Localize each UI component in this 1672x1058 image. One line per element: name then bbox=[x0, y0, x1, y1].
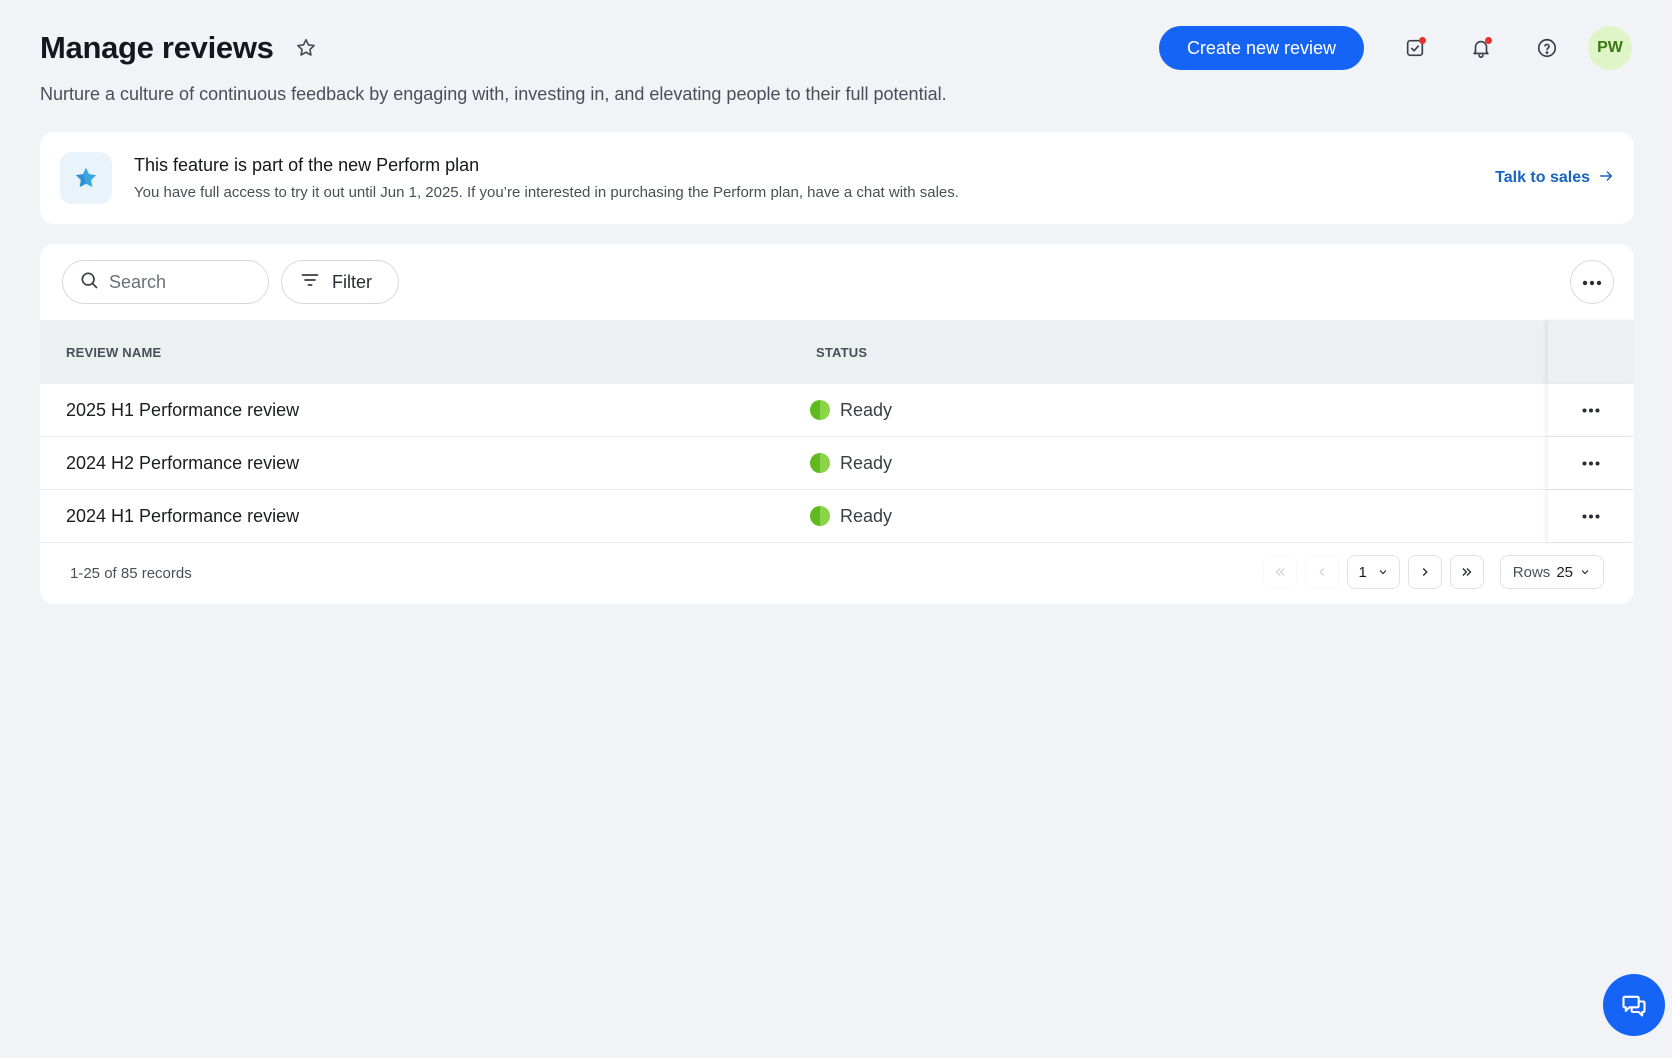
status-cell: Ready bbox=[810, 506, 892, 527]
chat-support-button[interactable] bbox=[1603, 974, 1665, 1036]
create-new-review-button[interactable]: Create new review bbox=[1158, 26, 1364, 70]
talk-to-sales-label: Talk to sales bbox=[1495, 169, 1590, 186]
pagination: 1 Rows 25 bbox=[1263, 555, 1604, 589]
banner-title: This feature is part of the new Perform … bbox=[134, 155, 480, 175]
star-badge-icon bbox=[60, 152, 112, 204]
review-name[interactable]: 2025 H1 Performance review bbox=[66, 400, 299, 421]
perform-plan-banner: This feature is part of the new Perform … bbox=[40, 132, 1634, 224]
filter-label: Filter bbox=[332, 271, 372, 292]
status-label: Ready bbox=[840, 452, 893, 473]
page-select[interactable]: 1 bbox=[1347, 555, 1400, 589]
more-horizontal-icon bbox=[1582, 273, 1602, 291]
notification-badge-dot bbox=[1485, 37, 1492, 44]
chevron-left-icon bbox=[1319, 568, 1325, 576]
current-page: 1 bbox=[1358, 563, 1367, 581]
table-row[interactable]: 2024 H1 Performance review Ready bbox=[40, 490, 1634, 543]
records-count: 1-25 of 85 records bbox=[70, 564, 192, 582]
table-more-options-button[interactable] bbox=[1570, 260, 1614, 304]
column-header-status[interactable]: STATUS bbox=[816, 345, 867, 360]
first-page-button[interactable] bbox=[1263, 555, 1298, 589]
column-header-review-name[interactable]: REVIEW NAME bbox=[66, 345, 161, 360]
chevron-down-icon bbox=[1379, 570, 1387, 575]
actions-column-header bbox=[1548, 320, 1634, 384]
row-more-options-button[interactable] bbox=[1548, 490, 1634, 542]
more-horizontal-icon bbox=[1582, 408, 1600, 412]
search-field[interactable] bbox=[62, 260, 269, 304]
row-more-options-button[interactable] bbox=[1548, 437, 1634, 489]
rows-label: Rows bbox=[1512, 563, 1551, 581]
next-page-button[interactable] bbox=[1407, 555, 1442, 589]
user-avatar[interactable]: PW bbox=[1588, 26, 1632, 70]
review-name[interactable]: 2024 H1 Performance review bbox=[66, 506, 299, 527]
table-toolbar: Filter bbox=[40, 244, 1634, 320]
rows-value: 25 bbox=[1556, 563, 1573, 581]
page-title: Manage reviews bbox=[40, 30, 274, 65]
banner-description: You have full access to try it out until… bbox=[134, 184, 959, 201]
tasks-badge-dot bbox=[1419, 37, 1426, 44]
table-header: REVIEW NAME STATUS bbox=[40, 320, 1634, 384]
bell-icon[interactable] bbox=[1462, 29, 1500, 67]
status-cell: Ready bbox=[810, 400, 892, 421]
status-label: Ready bbox=[840, 399, 893, 420]
table-row[interactable]: 2025 H1 Performance review Ready bbox=[40, 384, 1634, 437]
talk-to-sales-link[interactable]: Talk to sales bbox=[1495, 168, 1614, 189]
page-subtitle: Nurture a culture of continuous feedback… bbox=[40, 84, 947, 104]
page-header: Manage reviews Nurture a culture of cont… bbox=[40, 26, 1632, 106]
chat-icon bbox=[1622, 995, 1646, 1017]
double-chevron-right-icon bbox=[1462, 568, 1472, 576]
help-icon[interactable] bbox=[1528, 29, 1566, 67]
status-cell: Ready bbox=[810, 453, 892, 474]
page: Manage reviews Nurture a culture of cont… bbox=[0, 0, 1672, 1058]
more-horizontal-icon bbox=[1582, 461, 1600, 465]
last-page-button[interactable] bbox=[1449, 555, 1484, 589]
double-chevron-left-icon bbox=[1276, 568, 1285, 576]
rows-per-page-select[interactable]: Rows 25 bbox=[1499, 555, 1604, 589]
ready-status-icon bbox=[810, 400, 830, 420]
reviews-table-card: Filter REVIEW NAME STATUS 2025 H1 Perfor… bbox=[40, 244, 1634, 604]
table-row[interactable]: 2024 H2 Performance review Ready bbox=[40, 437, 1634, 490]
review-name[interactable]: 2024 H2 Performance review bbox=[66, 453, 299, 474]
filter-button[interactable]: Filter bbox=[281, 260, 399, 304]
filter-icon bbox=[300, 270, 320, 295]
row-more-options-button[interactable] bbox=[1548, 384, 1634, 436]
header-actions: Create new review PW bbox=[1158, 26, 1632, 70]
ready-status-icon bbox=[810, 506, 830, 526]
previous-page-button[interactable] bbox=[1305, 555, 1340, 589]
ready-status-icon bbox=[810, 453, 830, 473]
status-label: Ready bbox=[840, 505, 893, 526]
search-icon bbox=[79, 270, 99, 295]
banner-text: This feature is part of the new Perform … bbox=[134, 155, 959, 201]
chevron-right-icon bbox=[1422, 568, 1428, 576]
arrow-right-icon bbox=[1598, 168, 1614, 189]
more-horizontal-icon bbox=[1582, 514, 1600, 518]
chevron-down-icon bbox=[1581, 570, 1589, 575]
table-footer: 1-25 of 85 records 1 Rows 25 bbox=[40, 543, 1634, 603]
search-input[interactable] bbox=[109, 271, 239, 293]
tasks-icon[interactable] bbox=[1396, 29, 1434, 67]
star-favorite-icon[interactable] bbox=[294, 36, 318, 60]
